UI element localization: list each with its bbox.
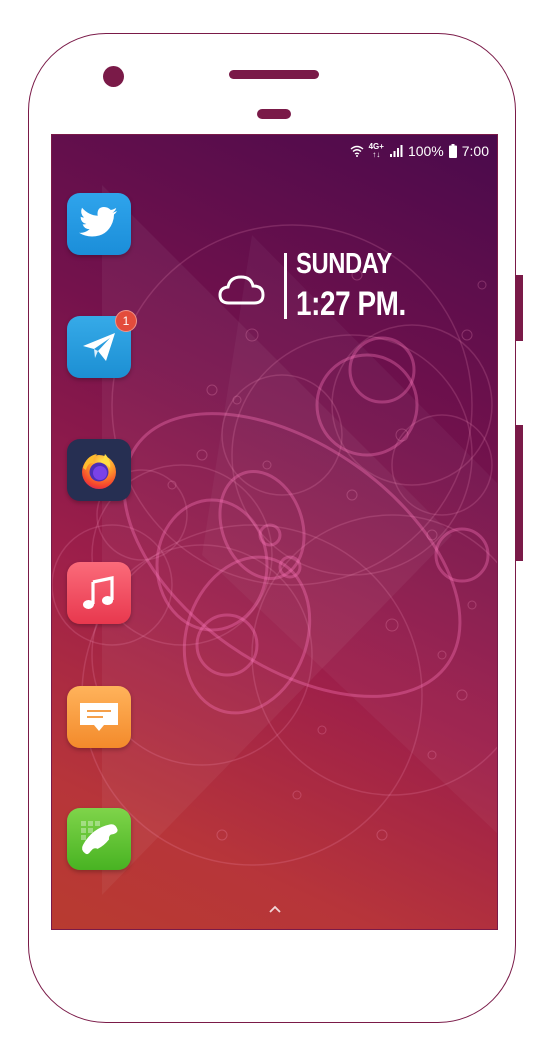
phone-handset-icon [81, 821, 118, 855]
signal-icon [389, 145, 403, 157]
widget-day: SUNDAY [296, 248, 392, 280]
network-type-indicator: 4G+ ↑↓ [368, 142, 384, 159]
front-camera [103, 66, 124, 87]
paper-plane-icon [83, 333, 115, 361]
music-app[interactable] [67, 562, 131, 624]
status-bar: 4G+ ↑↓ 100% 7:00 [350, 141, 489, 161]
telegram-app[interactable]: 1 [67, 310, 137, 378]
chevron-up-icon[interactable] [266, 903, 284, 915]
widget-time: 1:27 PM. [296, 285, 406, 323]
firefox-app[interactable] [67, 439, 131, 501]
firefox-icon [82, 454, 116, 489]
phone-app[interactable] [67, 808, 131, 870]
message-bubble-icon [80, 703, 118, 731]
music-note-icon [83, 576, 114, 609]
wifi-icon [350, 145, 364, 157]
messages-app[interactable] [67, 686, 131, 748]
widget-divider [284, 253, 287, 319]
notification-badge: 1 [115, 310, 137, 332]
twitter-bird-icon [79, 207, 117, 237]
home-screen: 4G+ ↑↓ 100% 7:00 1 SUNDAY 1:27 PM. [51, 134, 498, 930]
earpiece-speaker [229, 70, 319, 79]
status-time: 7:00 [461, 143, 489, 159]
battery-percent: 100% [407, 143, 444, 159]
volume-button [515, 275, 523, 341]
proximity-sensor [257, 109, 291, 119]
twitter-app[interactable] [67, 193, 131, 255]
cloud-icon [218, 275, 265, 305]
power-button [515, 425, 523, 561]
battery-icon [448, 144, 457, 158]
